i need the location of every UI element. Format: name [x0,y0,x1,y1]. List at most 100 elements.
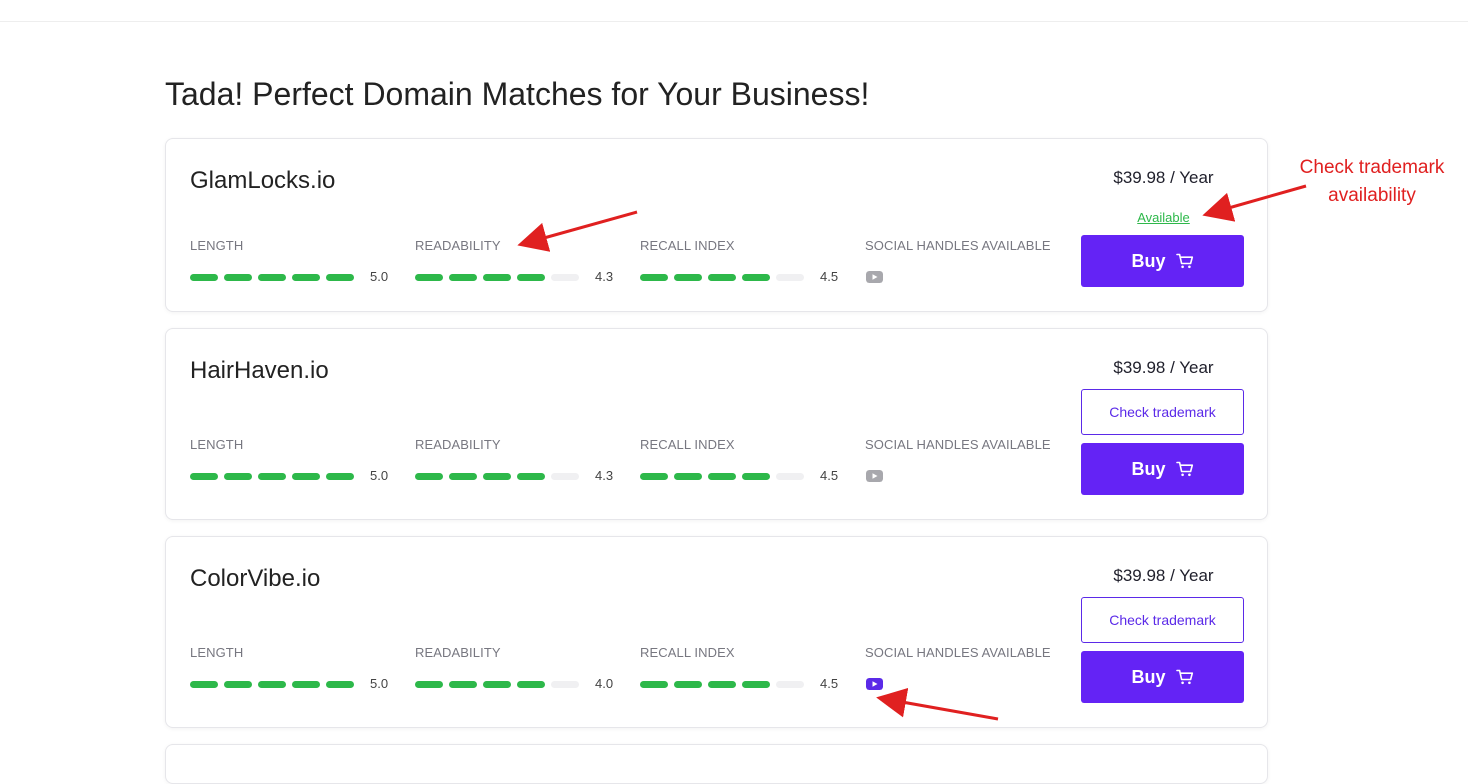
length-label: LENGTH [190,437,244,452]
readability-label: READABILITY [415,238,501,253]
page-title: Tada! Perfect Domain Matches for Your Bu… [165,76,870,112]
rating-segment-filled [258,680,286,688]
top-navigation-bar [0,0,1468,22]
rating-segment-filled [292,273,320,281]
length-score: 5.0 [370,468,389,483]
readability-rating: 4.0 [415,676,613,692]
rating-segment-filled [326,472,354,480]
cart-icon [1175,461,1193,477]
rating-segment-filled [640,472,668,480]
rating-segment-filled [326,273,354,281]
rating-segment-filled [449,472,477,480]
rating-segment-filled [415,472,443,480]
readability-score: 4.3 [595,269,614,284]
length-bar [190,472,355,480]
domain-name: GlamLocks.io [190,167,336,194]
rating-segment-filled [517,273,545,281]
youtube-icon[interactable] [866,271,883,283]
rating-segment-filled [190,680,218,688]
rating-segment-empty [551,472,579,480]
rating-segment-filled [674,680,702,688]
rating-segment-filled [224,273,252,281]
rating-segment-empty [776,273,804,281]
rating-segment-filled [415,680,443,688]
readability-label: READABILITY [415,645,501,660]
check-trademark-button[interactable]: Check trademark [1081,597,1244,643]
youtube-icon[interactable] [866,470,883,482]
rating-segment-filled [674,273,702,281]
readability-score: 4.3 [595,468,614,483]
recall-bar [640,273,805,281]
length-rating: 5.0 [190,676,388,692]
rating-segment-filled [708,680,736,688]
buy-button[interactable]: Buy [1081,443,1244,495]
rating-segment-filled [708,273,736,281]
youtube-icon[interactable] [866,678,883,690]
recall-index-label: RECALL INDEX [640,437,735,452]
rating-segment-filled [742,273,770,281]
rating-segment-filled [449,273,477,281]
recall-bar [640,680,805,688]
rating-segment-filled [640,680,668,688]
annotation-line-1: Check trademark [1299,157,1445,178]
recall-index-label: RECALL INDEX [640,645,735,660]
social-handles-label: SOCIAL HANDLES AVAILABLE [865,645,1051,660]
readability-bar [415,472,580,480]
rating-segment-filled [190,273,218,281]
buy-label: Buy [1131,458,1166,479]
domain-name: ColorVibe.io [190,565,321,592]
rating-segment-filled [483,472,511,480]
rating-segment-filled [190,472,218,480]
recall-rating: 4.5 [640,468,838,484]
readability-score: 4.0 [595,676,614,691]
rating-segment-filled [674,472,702,480]
rating-segment-filled [258,273,286,281]
length-label: LENGTH [190,645,244,660]
recall-index-label: RECALL INDEX [640,238,735,253]
domain-card-hairhaven: HairHaven.io LENGTH READABILITY RECALL I… [165,328,1268,520]
length-score: 5.0 [370,269,389,284]
social-handles-label: SOCIAL HANDLES AVAILABLE [865,437,1051,452]
length-bar [190,273,355,281]
price: $39.98 / Year [1113,168,1214,187]
rating-segment-empty [776,472,804,480]
trademark-available-link[interactable]: Available [1082,210,1245,225]
rating-segment-filled [224,472,252,480]
domain-card-glamlocks: GlamLocks.io LENGTH READABILITY RECALL I… [165,138,1268,312]
recall-rating: 4.5 [640,676,838,692]
cart-icon [1175,253,1193,269]
rating-segment-filled [292,472,320,480]
rating-segment-filled [224,680,252,688]
rating-segment-filled [742,472,770,480]
rating-segment-filled [415,273,443,281]
readability-rating: 4.3 [415,269,613,285]
rating-segment-filled [449,680,477,688]
rating-segment-filled [708,472,736,480]
readability-bar [415,680,580,688]
rating-segment-filled [292,680,320,688]
rating-segment-empty [551,273,579,281]
length-rating: 5.0 [190,269,388,285]
recall-bar [640,472,805,480]
domain-card-colorvibe: ColorVibe.io LENGTH READABILITY RECALL I… [165,536,1268,728]
rating-segment-empty [776,680,804,688]
domain-name: HairHaven.io [190,357,329,384]
rating-segment-filled [640,273,668,281]
rating-segment-filled [258,472,286,480]
length-rating: 5.0 [190,468,388,484]
length-label: LENGTH [190,238,244,253]
check-trademark-button[interactable]: Check trademark [1081,389,1244,435]
buy-label: Buy [1131,250,1166,271]
domain-card-partial [165,744,1268,784]
cart-icon [1175,669,1193,685]
readability-bar [415,273,580,281]
buy-button[interactable]: Buy [1081,651,1244,703]
recall-score: 4.5 [820,468,839,483]
annotation-line-2: availability [1328,185,1416,206]
rating-segment-filled [742,680,770,688]
recall-score: 4.5 [820,676,839,691]
annotation-callout: Check trademark availability [1282,154,1462,210]
rating-segment-filled [517,472,545,480]
length-bar [190,680,355,688]
buy-button[interactable]: Buy [1081,235,1244,287]
